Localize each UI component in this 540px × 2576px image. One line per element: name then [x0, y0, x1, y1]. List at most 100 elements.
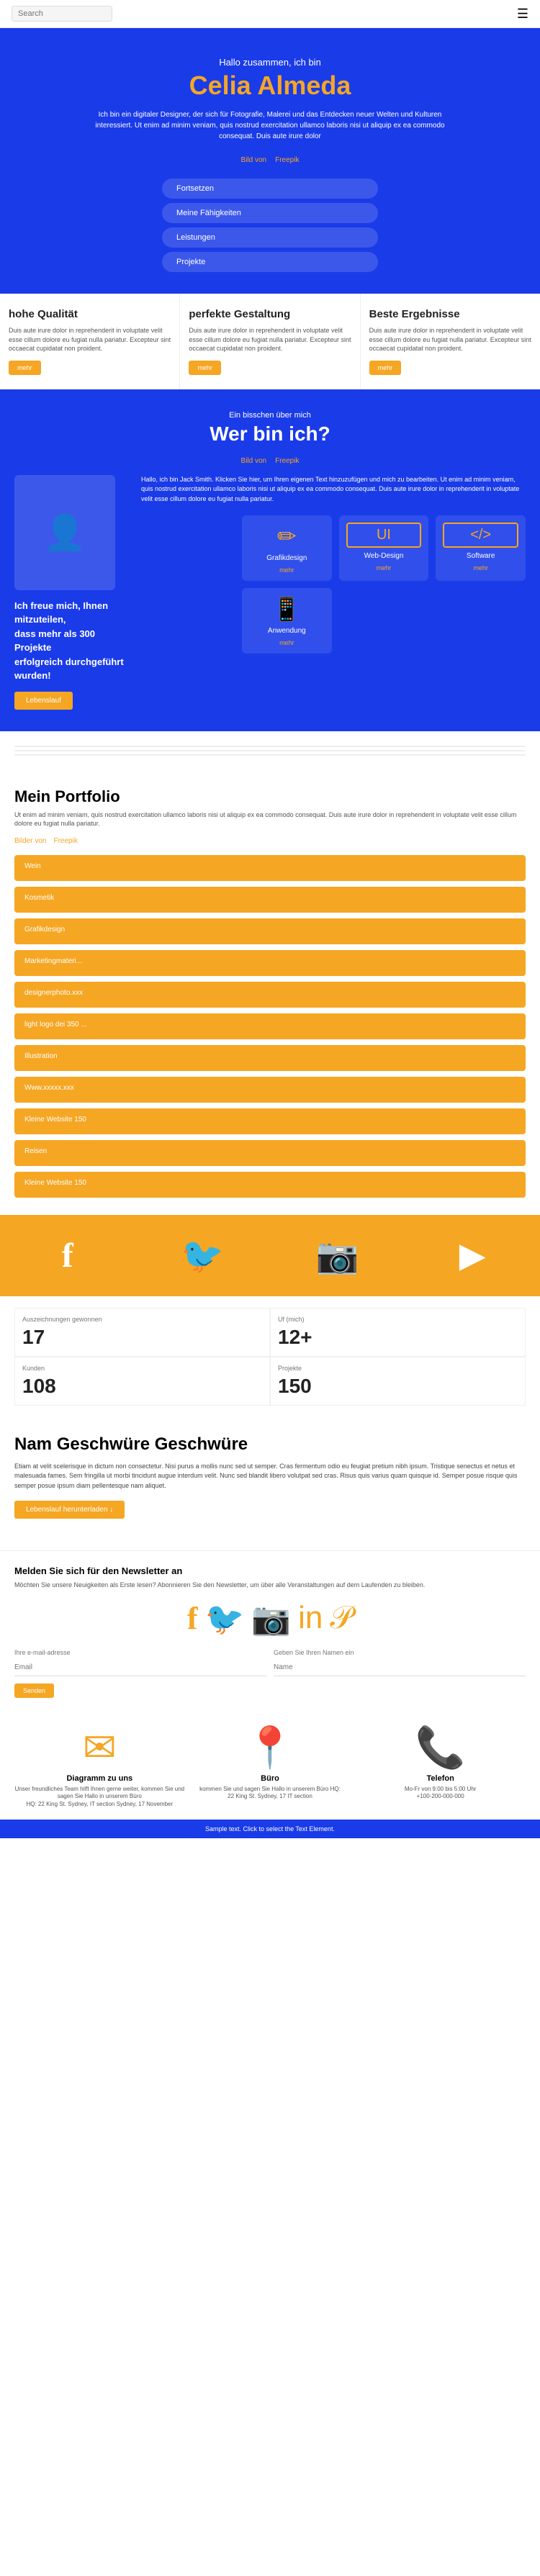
feature-quality-btn[interactable]: mehr — [9, 361, 41, 375]
newsletter-submit-button[interactable]: Senden — [14, 1684, 54, 1698]
about-boast: Ich freue mich, Ihnen mitzuteilen, dass … — [14, 599, 130, 683]
software-more[interactable]: mehr — [443, 564, 518, 571]
service-webdesign: UI Web-Design mehr — [339, 515, 429, 581]
stat-uf-value: 12+ — [278, 1326, 518, 1349]
portfolio-item-website150[interactable]: Kleine Website 150 — [14, 1108, 526, 1134]
footer-phone-detail: +100-200-000-000 — [355, 1793, 526, 1800]
portfolio-grid: Wein Kosmetik Grafikdesign Marketingmate… — [14, 855, 526, 1198]
hero-section: Hallo zusammen, ich bin Celia Almeda Ich… — [0, 28, 540, 294]
newsletter-title: Melden Sie sich für den Newsletter an — [14, 1565, 526, 1576]
portfolio-item-marketing[interactable]: Marketingmateri... — [14, 950, 526, 976]
about-right: Hallo, ich bin Jack Smith. Klicken Sie h… — [141, 475, 526, 710]
blog-cta-button[interactable]: Lebenslauf herunterladen ↓ — [14, 1501, 125, 1519]
newsletter-form: Ihre e-mail-adresse Geben Sie Ihren Name… — [14, 1649, 526, 1676]
anwendung-icon: 📱 — [249, 595, 325, 623]
hamburger-icon[interactable]: ☰ — [517, 6, 528, 22]
feature-design: perfekte Gestaltung Duis aute irure dolo… — [180, 294, 360, 389]
portfolio-title: Mein Portfolio — [14, 787, 526, 806]
footer-email-detail: HQ: 22 King St. Sydney, IT section Sydne… — [14, 1801, 185, 1808]
grafikdesign-more[interactable]: mehr — [249, 566, 325, 574]
about-toggle-freepik[interactable]: Freepik — [275, 457, 299, 465]
feature-results-btn[interactable]: mehr — [369, 361, 402, 375]
feature-design-title: perfekte Gestaltung — [189, 308, 351, 320]
footer-email-text: Unser freundliches Team hilft Ihnen gern… — [14, 1786, 185, 1801]
nav-leistungen[interactable]: Leistungen — [162, 227, 378, 248]
footer-phone-block: 📞 Telefon Mo-Fr von 9:00 bis 5:00 Uhr +1… — [355, 1724, 526, 1808]
feature-quality-title: hohe Qualität — [9, 308, 171, 320]
about-left: 👤 Ich freue mich, Ihnen mitzuteilen, das… — [14, 475, 130, 710]
about-cta-button[interactable]: Lebenslauf — [14, 692, 73, 710]
blog-title: Nam Geschwüre Geschwüre — [14, 1434, 526, 1455]
feature-results-title: Beste Ergebnisse — [369, 308, 531, 320]
email-input[interactable] — [14, 1659, 266, 1676]
youtube-icon[interactable]: ▶ — [405, 1215, 540, 1296]
stat-projects-label: Projekte — [278, 1365, 518, 1372]
footer-location-block: 📍 Büro kommen Sie und sagen Sie Hallo in… — [185, 1724, 356, 1808]
nl-pinterest-icon[interactable]: 𝒫 — [330, 1600, 353, 1637]
software-icon: </> — [443, 523, 518, 548]
email-label: Ihre e-mail-adresse — [14, 1649, 266, 1656]
blog-text: Etiam at velit scelerisque in dictum non… — [14, 1462, 526, 1491]
webdesign-more[interactable]: mehr — [346, 564, 422, 571]
stat-awards-label: Auszeichnungen gewonnen — [22, 1316, 262, 1323]
stats-section: Auszeichnungen gewonnen 17 Uf (mich) 12+… — [0, 1296, 540, 1417]
feature-design-btn[interactable]: mehr — [189, 361, 221, 375]
portfolio-item-website150b[interactable]: Kleine Website 150 — [14, 1172, 526, 1198]
anwendung-more[interactable]: mehr — [249, 639, 325, 646]
toggle-bild[interactable]: Bild von — [241, 156, 267, 164]
toggle-freepik[interactable]: Freepik — [275, 156, 299, 164]
social-row: f 🐦 📷 ▶ — [0, 1215, 540, 1296]
divider-line-2 — [14, 750, 526, 751]
portfolio-item-www[interactable]: Www.xxxxx.xxx — [14, 1077, 526, 1103]
footer-bar: Sample text. Click to select the Text El… — [0, 1820, 540, 1838]
webdesign-label: Web-Design — [346, 552, 422, 560]
portfolio-toggle-freepik[interactable]: Freepik — [53, 837, 77, 845]
about-title: Wer bin ich? — [14, 422, 526, 446]
about-description: Hallo, ich bin Jack Smith. Klicken Sie h… — [141, 475, 526, 505]
newsletter-social-icons: f 🐦 📷 in 𝒫 — [14, 1600, 526, 1637]
grafikdesign-label: Grafikdesign — [249, 554, 325, 562]
newsletter-description: Möchten Sie unsere Neuigkeiten als Erste… — [14, 1581, 526, 1590]
nl-instagram-icon[interactable]: 📷 — [251, 1600, 291, 1637]
nav-fortsetzen[interactable]: Fortsetzen — [162, 178, 378, 199]
about-sub: Ein bisschen über mich — [14, 411, 526, 420]
footer-text: Sample text. Click to select the Text El… — [205, 1825, 335, 1832]
twitter-icon[interactable]: 🐦 — [135, 1215, 271, 1296]
portfolio-item-designer[interactable]: designerphoto.xxx — [14, 982, 526, 1008]
portfolio-item-wein[interactable]: Wein — [14, 855, 526, 881]
hero-name: Celia Almeda — [22, 71, 518, 101]
stat-uf: Uf (mich) 12+ — [270, 1308, 526, 1357]
divider-section — [0, 731, 540, 770]
about-toggle: Bild von Freepik — [14, 457, 526, 465]
feature-design-desc: Duis aute irure dolor in reprehenderit i… — [189, 326, 351, 353]
stat-uf-label: Uf (mich) — [278, 1316, 518, 1323]
nl-twitter-icon[interactable]: 🐦 — [205, 1600, 245, 1637]
nav-projekte[interactable]: Projekte — [162, 252, 378, 272]
about-toggle-bild[interactable]: Bild von — [241, 457, 267, 465]
portfolio-toggle-bild[interactable]: Bilder von — [14, 837, 46, 845]
search-input[interactable] — [12, 6, 112, 22]
portfolio-item-illustration[interactable]: Illustration — [14, 1045, 526, 1071]
nav-fahigkeiten[interactable]: Meine Fähigkeiten — [162, 203, 378, 223]
services-grid: ✏ Grafikdesign mehr UI Web-Design mehr <… — [242, 515, 526, 654]
instagram-icon[interactable]: 📷 — [270, 1215, 405, 1296]
hero-description: Ich bin ein digitaler Designer, der sich… — [90, 109, 450, 142]
portfolio-description: Ut enim ad minim veniam, quis nostrud ex… — [14, 810, 526, 828]
nl-facebook-icon[interactable]: f — [187, 1600, 198, 1637]
nl-linkedin-icon[interactable]: in — [298, 1600, 323, 1637]
portfolio-item-grafik[interactable]: Grafikdesign — [14, 918, 526, 944]
portfolio-item-light[interactable]: light logo dei 350 ... — [14, 1013, 526, 1039]
person-icon: 👤 — [43, 512, 86, 553]
facebook-icon[interactable]: f — [0, 1215, 135, 1296]
portfolio-section: Mein Portfolio Ut enim ad minim veniam, … — [0, 770, 540, 1215]
footer-contact-section: ✉ Diagramm zu uns Unser freundliches Tea… — [0, 1712, 540, 1820]
portfolio-toggle: Bilder von Freepik — [14, 837, 526, 845]
portfolio-item-kosmetik[interactable]: Kosmetik — [14, 887, 526, 913]
features-section: hohe Qualität Duis aute irure dolor in r… — [0, 294, 540, 389]
name-input[interactable] — [274, 1659, 526, 1676]
service-software: </> Software mehr — [436, 515, 526, 581]
name-label: Geben Sie Ihren Namen ein — [274, 1649, 526, 1656]
location-icon: 📍 — [185, 1724, 356, 1771]
divider-line-1 — [14, 746, 526, 747]
portfolio-item-reisen[interactable]: Reisen — [14, 1140, 526, 1166]
